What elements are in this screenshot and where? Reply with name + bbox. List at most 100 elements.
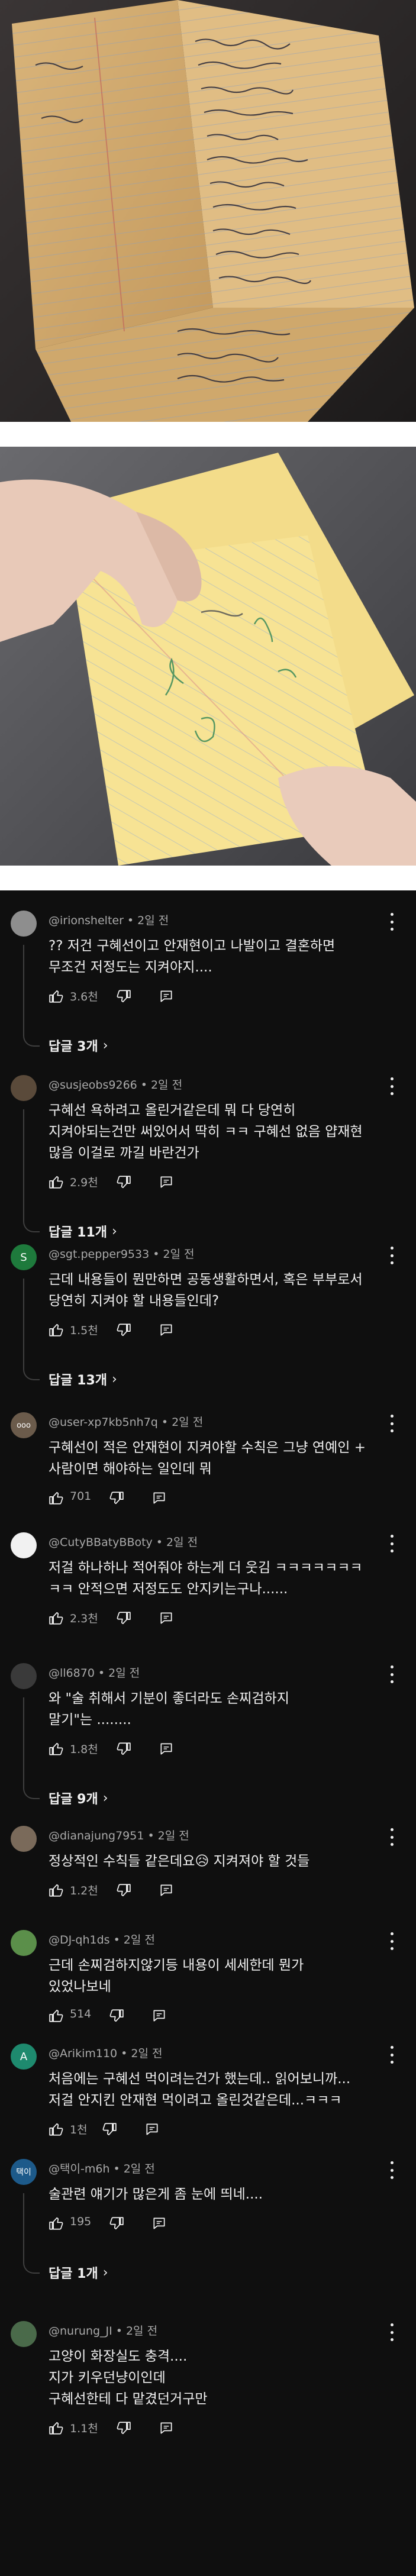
reply-button[interactable] xyxy=(159,1320,174,1340)
comment-time: 2일 전 xyxy=(131,2047,163,2060)
dislike-button[interactable] xyxy=(116,2418,131,2438)
comment-author[interactable]: @nurung_JI xyxy=(49,2325,112,2338)
more-options-icon[interactable] xyxy=(386,2046,398,2064)
reply-button[interactable] xyxy=(159,986,174,1006)
more-options-icon[interactable] xyxy=(386,1932,398,1950)
comment-author[interactable]: @택이-m6h xyxy=(49,2162,109,2175)
comment-text: ?? 저건 구혜선이고 안재현이고 나발이고 결혼하면 무조건 저정도는 지켜야… xyxy=(49,938,336,975)
reply-button[interactable] xyxy=(159,2418,174,2438)
like-button[interactable] xyxy=(49,2119,64,2139)
chevron-right-icon: › xyxy=(102,2265,108,2280)
more-options-icon[interactable] xyxy=(386,1247,398,1264)
reply-button[interactable] xyxy=(159,1880,174,1900)
reply-icon xyxy=(160,2422,172,2434)
reply-button[interactable] xyxy=(151,2213,167,2233)
avatar[interactable] xyxy=(11,1826,37,1852)
like-button[interactable] xyxy=(49,1320,64,1340)
reply-button[interactable] xyxy=(151,1488,167,1508)
comment-actions: 1.8천 xyxy=(49,1739,262,1759)
comment-author[interactable]: @DJ-qh1ds xyxy=(49,1933,110,1946)
comment-time: 2일 전 xyxy=(125,2325,158,2338)
dislike-button[interactable] xyxy=(109,1488,124,1508)
comment-author[interactable]: @irionshelter xyxy=(49,914,124,927)
like-button[interactable] xyxy=(49,2006,64,2026)
reply-button[interactable] xyxy=(159,1172,174,1192)
like-count: 1천 xyxy=(70,2123,88,2136)
view-replies-button[interactable]: 답글 3개 › xyxy=(49,1036,108,1055)
thumbs-down-icon xyxy=(117,1612,131,1625)
comment-author[interactable]: @ll6870 xyxy=(49,1667,95,1680)
comment-time: 2일 전 xyxy=(163,1248,195,1261)
more-options-icon[interactable] xyxy=(386,1535,398,1552)
thread-curve xyxy=(23,2259,40,2274)
view-replies-button[interactable]: 답글 1개 › xyxy=(49,2263,108,2282)
like-button[interactable] xyxy=(49,2418,64,2438)
more-options-icon[interactable] xyxy=(386,1077,398,1095)
avatar[interactable] xyxy=(11,2321,37,2347)
like-button[interactable] xyxy=(49,1739,64,1759)
comment-list: @irionshelter • 2일 전 ?? 저건 구혜선이고 안재현이고 나발이… xyxy=(0,890,416,2576)
reply-button[interactable] xyxy=(159,1739,174,1759)
comment-author[interactable]: @dianajung7951 xyxy=(49,1829,144,1842)
more-options-icon[interactable] xyxy=(386,1828,398,1846)
avatar[interactable] xyxy=(11,911,37,937)
like-button[interactable] xyxy=(49,2213,64,2233)
thread-curve xyxy=(23,1032,40,1047)
dislike-button[interactable] xyxy=(102,2119,117,2139)
like-button[interactable] xyxy=(49,1488,64,1508)
more-options-icon[interactable] xyxy=(386,1415,398,1432)
meta-separator: • xyxy=(127,914,134,927)
reply-button[interactable] xyxy=(151,2006,167,2026)
comment-author[interactable]: @user-xp7kb5nh7q xyxy=(49,1416,158,1429)
comment-time: 2일 전 xyxy=(123,1933,155,1946)
view-replies-button[interactable]: 답글 11개 › xyxy=(49,1222,117,1241)
view-replies-button[interactable]: 답글 13개 › xyxy=(49,1370,117,1389)
more-options-icon[interactable] xyxy=(386,913,398,931)
dislike-button[interactable] xyxy=(116,1608,131,1628)
comment-author[interactable]: @CutyBBatyBBoty xyxy=(49,1536,153,1549)
meta-separator: • xyxy=(161,1416,169,1429)
thumbs-up-icon xyxy=(49,2009,63,2022)
avatar[interactable] xyxy=(11,1663,37,1689)
more-options-icon[interactable] xyxy=(386,2323,398,2341)
comment-author[interactable]: @sgt.pepper9533 xyxy=(49,1248,149,1261)
view-replies-button[interactable]: 답글 9개 › xyxy=(49,1789,108,1807)
dislike-button[interactable] xyxy=(116,1880,131,1900)
like-button[interactable] xyxy=(49,1172,64,1192)
thumbs-up-icon xyxy=(49,1742,63,1755)
avatar[interactable]: A xyxy=(11,2044,37,2070)
comment-actions: 195 xyxy=(49,2213,262,2233)
dislike-button[interactable] xyxy=(116,1320,131,1340)
avatar[interactable]: S xyxy=(11,1244,37,1270)
more-options-icon[interactable] xyxy=(386,1665,398,1683)
avatar[interactable] xyxy=(11,1075,37,1101)
comment-time: 2일 전 xyxy=(166,1536,198,1549)
reply-button[interactable] xyxy=(144,2119,160,2139)
dislike-button[interactable] xyxy=(116,986,131,1006)
avatar[interactable]: ooo xyxy=(11,1412,37,1438)
dislike-button[interactable] xyxy=(109,2006,124,2026)
thread-line xyxy=(23,1279,24,1367)
dislike-button[interactable] xyxy=(109,2213,124,2233)
thread-line xyxy=(23,1697,24,1786)
meta-separator: • xyxy=(115,2325,122,2338)
meta-separator: • xyxy=(113,1933,120,1946)
dislike-button[interactable] xyxy=(116,1172,131,1192)
avatar[interactable] xyxy=(11,1930,37,1956)
avatar[interactable] xyxy=(11,1532,37,1558)
like-button[interactable] xyxy=(49,986,64,1006)
thread-curve xyxy=(23,1785,40,1799)
reply-button[interactable] xyxy=(159,1608,174,1628)
like-count: 195 xyxy=(70,2215,92,2228)
comment-author[interactable]: @susjeobs9266 xyxy=(49,1079,137,1092)
chevron-right-icon: › xyxy=(112,1224,117,1239)
like-button[interactable] xyxy=(49,1608,64,1628)
more-options-icon[interactable] xyxy=(386,2161,398,2179)
comment-actions: 514 xyxy=(49,2006,262,2026)
avatar[interactable]: 택이 xyxy=(11,2159,37,2185)
comment-text: 정상적인 수칙들 같은데요😥 지켜져야 할 것들 xyxy=(49,1854,310,1869)
comment-author[interactable]: @Arikim110 xyxy=(49,2047,117,2060)
reply-icon xyxy=(160,1324,172,1336)
like-button[interactable] xyxy=(49,1880,64,1900)
dislike-button[interactable] xyxy=(116,1739,131,1759)
